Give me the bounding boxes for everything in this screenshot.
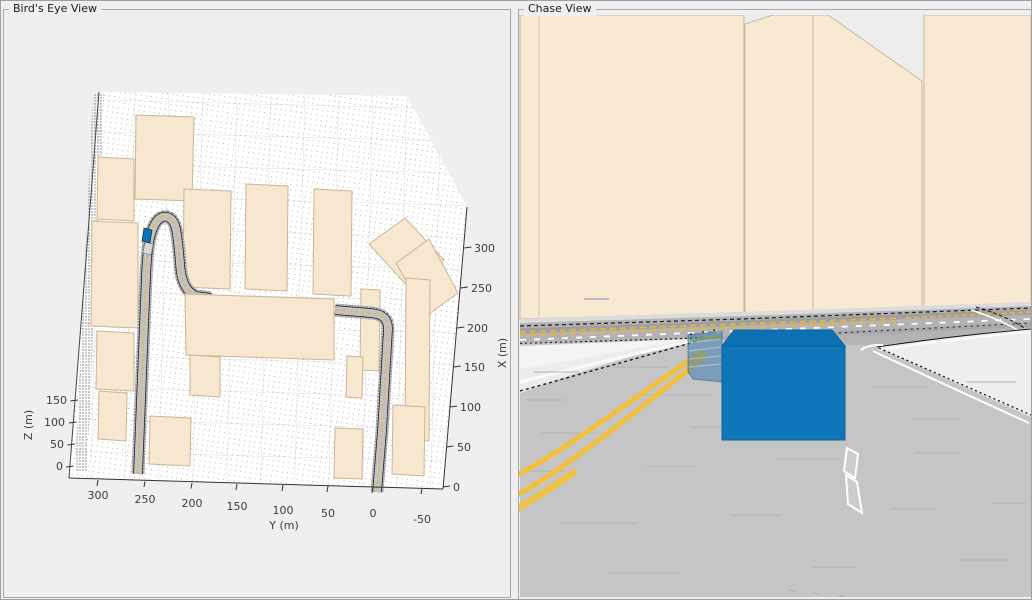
building xyxy=(134,114,195,202)
y-tick-label: 300 xyxy=(88,489,109,502)
matlab-figure-window: 300 250 200 150 100 50 0 -50 Y (m) 0 50 … xyxy=(0,0,1032,600)
chase-canvas[interactable] xyxy=(517,15,1031,598)
y-axis-label: Y (m) xyxy=(268,519,299,532)
y-tick-label: 100 xyxy=(273,504,294,517)
x-tick-label: 50 xyxy=(457,441,471,454)
y-tick-label: 50 xyxy=(321,507,335,520)
y-tick-label: 250 xyxy=(135,493,156,506)
y-tick-label: 200 xyxy=(182,497,203,510)
x-tick-label: 200 xyxy=(467,322,488,335)
z-tick-label: 0 xyxy=(56,460,63,473)
x-tick-label: 0 xyxy=(453,481,460,494)
building xyxy=(189,354,221,398)
x-tick-label: 150 xyxy=(464,361,485,374)
building xyxy=(312,188,353,297)
building xyxy=(345,355,364,399)
y-tick-label: -50 xyxy=(413,513,431,526)
birds-eye-canvas[interactable]: 300 250 200 150 100 50 0 -50 Y (m) 0 50 … xyxy=(4,15,510,595)
ego-vehicle-box xyxy=(141,227,153,244)
ego-top-face xyxy=(721,329,847,347)
z-tick-label: 150 xyxy=(46,394,67,407)
x-tick-label: 300 xyxy=(474,242,495,255)
y-tick-label: 150 xyxy=(227,500,248,513)
ego-back-face xyxy=(721,345,846,441)
z-tick-label: 50 xyxy=(50,438,64,451)
building xyxy=(391,404,426,477)
chase-buildings xyxy=(519,15,1031,320)
ego-vehicle-cuboid xyxy=(721,329,847,441)
building xyxy=(148,415,192,467)
building xyxy=(90,220,139,329)
building xyxy=(95,330,135,392)
scene-canvas: 300 250 200 150 100 50 0 -50 Y (m) 0 50 … xyxy=(4,15,1031,598)
building xyxy=(744,15,814,315)
building-long xyxy=(184,293,335,361)
building xyxy=(96,156,135,222)
building xyxy=(333,427,364,480)
building xyxy=(244,183,289,292)
building xyxy=(923,15,1031,314)
z-axis-label: Z (m) xyxy=(22,410,35,440)
building xyxy=(182,188,232,290)
x-tick-label: 100 xyxy=(460,401,481,414)
z-tick-label: 100 xyxy=(44,416,65,429)
x-axis-label: X (m) xyxy=(496,338,509,368)
y-tick-label: 0 xyxy=(370,507,377,520)
x-tick-label: 250 xyxy=(471,282,492,295)
building xyxy=(519,15,745,320)
ghost-vehicle-marker xyxy=(142,241,154,256)
ghost-vehicle xyxy=(687,329,723,383)
building xyxy=(97,390,128,442)
